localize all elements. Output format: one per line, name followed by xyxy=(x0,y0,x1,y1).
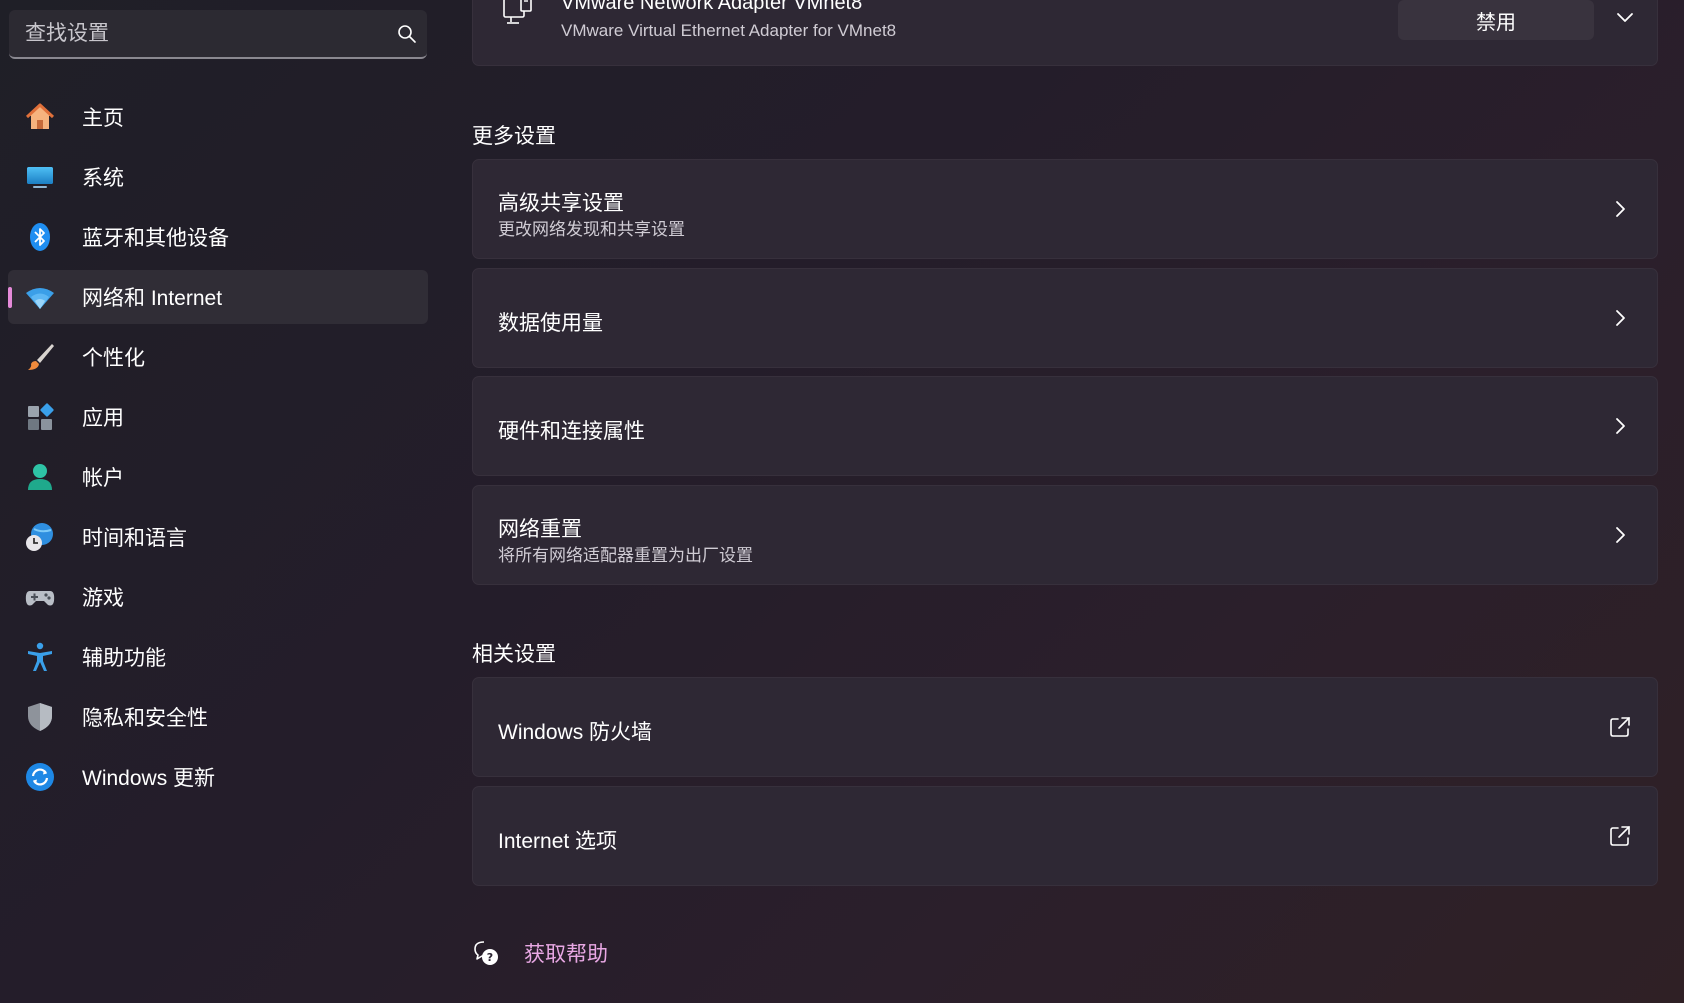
sidebar-item-home[interactable]: 主页 xyxy=(8,90,428,144)
chevron-right-icon xyxy=(1609,307,1631,329)
card-title: 硬件和连接属性 xyxy=(498,420,645,443)
chevron-right-icon xyxy=(1609,524,1631,546)
sidebar-item-accessibility[interactable]: 辅助功能 xyxy=(8,630,428,684)
sidebar-item-windows-update[interactable]: Windows 更新 xyxy=(8,750,428,804)
external-link-icon xyxy=(1609,716,1631,738)
sidebar-item-label: 系统 xyxy=(82,167,124,190)
wifi-icon xyxy=(24,281,56,313)
more-settings-heading: 更多设置 xyxy=(472,125,556,148)
gamepad-icon xyxy=(24,581,56,613)
card-title: 网络重置 xyxy=(498,518,582,541)
internet-options-card[interactable]: Internet 选项 xyxy=(472,786,1658,886)
sidebar-item-bluetooth[interactable]: 蓝牙和其他设备 xyxy=(8,210,428,264)
card-description: 更改网络发现和共享设置 xyxy=(498,220,685,239)
chevron-right-icon xyxy=(1609,198,1631,220)
sidebar-item-label: 主页 xyxy=(82,107,124,130)
apps-icon xyxy=(24,401,56,433)
data-usage-card[interactable]: 数据使用量 xyxy=(472,268,1658,368)
sidebar-item-accounts[interactable]: 帐户 xyxy=(8,450,428,504)
network-reset-card[interactable]: 网络重置 将所有网络适配器重置为出厂设置 xyxy=(472,485,1658,585)
sidebar-item-network[interactable]: 网络和 Internet xyxy=(8,270,428,324)
home-icon xyxy=(24,101,56,133)
search-icon[interactable] xyxy=(387,14,427,54)
sidebar-item-label: 游戏 xyxy=(82,587,124,610)
bluetooth-icon xyxy=(24,221,56,253)
svg-text:?: ? xyxy=(487,951,493,964)
search-box[interactable] xyxy=(9,10,427,59)
advanced-sharing-card[interactable]: 高级共享设置 更改网络发现和共享设置 xyxy=(472,159,1658,259)
shield-icon xyxy=(24,701,56,733)
sidebar-item-label: 个性化 xyxy=(82,347,145,370)
windows-firewall-card[interactable]: Windows 防火墙 xyxy=(472,677,1658,777)
sidebar: 主页 系统 蓝牙和其他设备 网络和 Internet 个性化 xyxy=(0,0,436,1003)
system-icon xyxy=(24,161,56,193)
sidebar-item-label: 隐私和安全性 xyxy=(82,707,208,730)
card-title: 高级共享设置 xyxy=(498,192,624,215)
sidebar-item-privacy[interactable]: 隐私和安全性 xyxy=(8,690,428,744)
sidebar-item-label: 蓝牙和其他设备 xyxy=(82,227,229,250)
sidebar-item-personalization[interactable]: 个性化 xyxy=(8,330,428,384)
globe-clock-icon xyxy=(24,521,56,553)
sidebar-item-label: 应用 xyxy=(82,407,124,430)
disable-button[interactable]: 禁用 xyxy=(1398,0,1594,40)
update-icon xyxy=(24,761,56,793)
get-help-label: 获取帮助 xyxy=(524,943,608,966)
accessibility-icon xyxy=(24,641,56,673)
search-input[interactable] xyxy=(25,21,387,46)
card-description: 将所有网络适配器重置为出厂设置 xyxy=(498,546,753,565)
sidebar-item-label: 辅助功能 xyxy=(82,647,166,670)
card-title: 数据使用量 xyxy=(498,312,603,335)
chevron-right-icon xyxy=(1609,415,1631,437)
card-title: Internet 选项 xyxy=(498,830,618,853)
sidebar-item-apps[interactable]: 应用 xyxy=(8,390,428,444)
adapter-description: VMware Virtual Ethernet Adapter for VMne… xyxy=(561,21,897,40)
related-settings-heading: 相关设置 xyxy=(472,643,556,666)
hardware-properties-card[interactable]: 硬件和连接属性 xyxy=(472,376,1658,476)
get-help-link[interactable]: ? 获取帮助 xyxy=(472,938,608,968)
sidebar-item-label: Windows 更新 xyxy=(82,767,216,790)
sidebar-item-label: 时间和语言 xyxy=(82,527,187,550)
network-adapter-icon xyxy=(501,0,535,29)
card-title: Windows 防火墙 xyxy=(498,721,653,744)
sidebar-item-label: 帐户 xyxy=(82,467,124,490)
sidebar-item-time-language[interactable]: 时间和语言 xyxy=(8,510,428,564)
brush-icon xyxy=(24,341,56,373)
sidebar-item-system[interactable]: 系统 xyxy=(8,150,428,204)
account-icon xyxy=(24,461,56,493)
adapter-card: VMware Network Adapter VMnet8 VMware Vir… xyxy=(472,0,1658,66)
sidebar-item-gaming[interactable]: 游戏 xyxy=(8,570,428,624)
nav-list: 主页 系统 蓝牙和其他设备 网络和 Internet 个性化 应用 帐户 时间和… xyxy=(8,90,428,810)
sidebar-item-label: 网络和 Internet xyxy=(82,287,223,310)
chevron-down-icon[interactable] xyxy=(1613,6,1637,30)
external-link-icon xyxy=(1609,825,1631,847)
help-chat-icon: ? xyxy=(472,939,500,967)
adapter-name: VMware Network Adapter VMnet8 xyxy=(561,0,863,14)
